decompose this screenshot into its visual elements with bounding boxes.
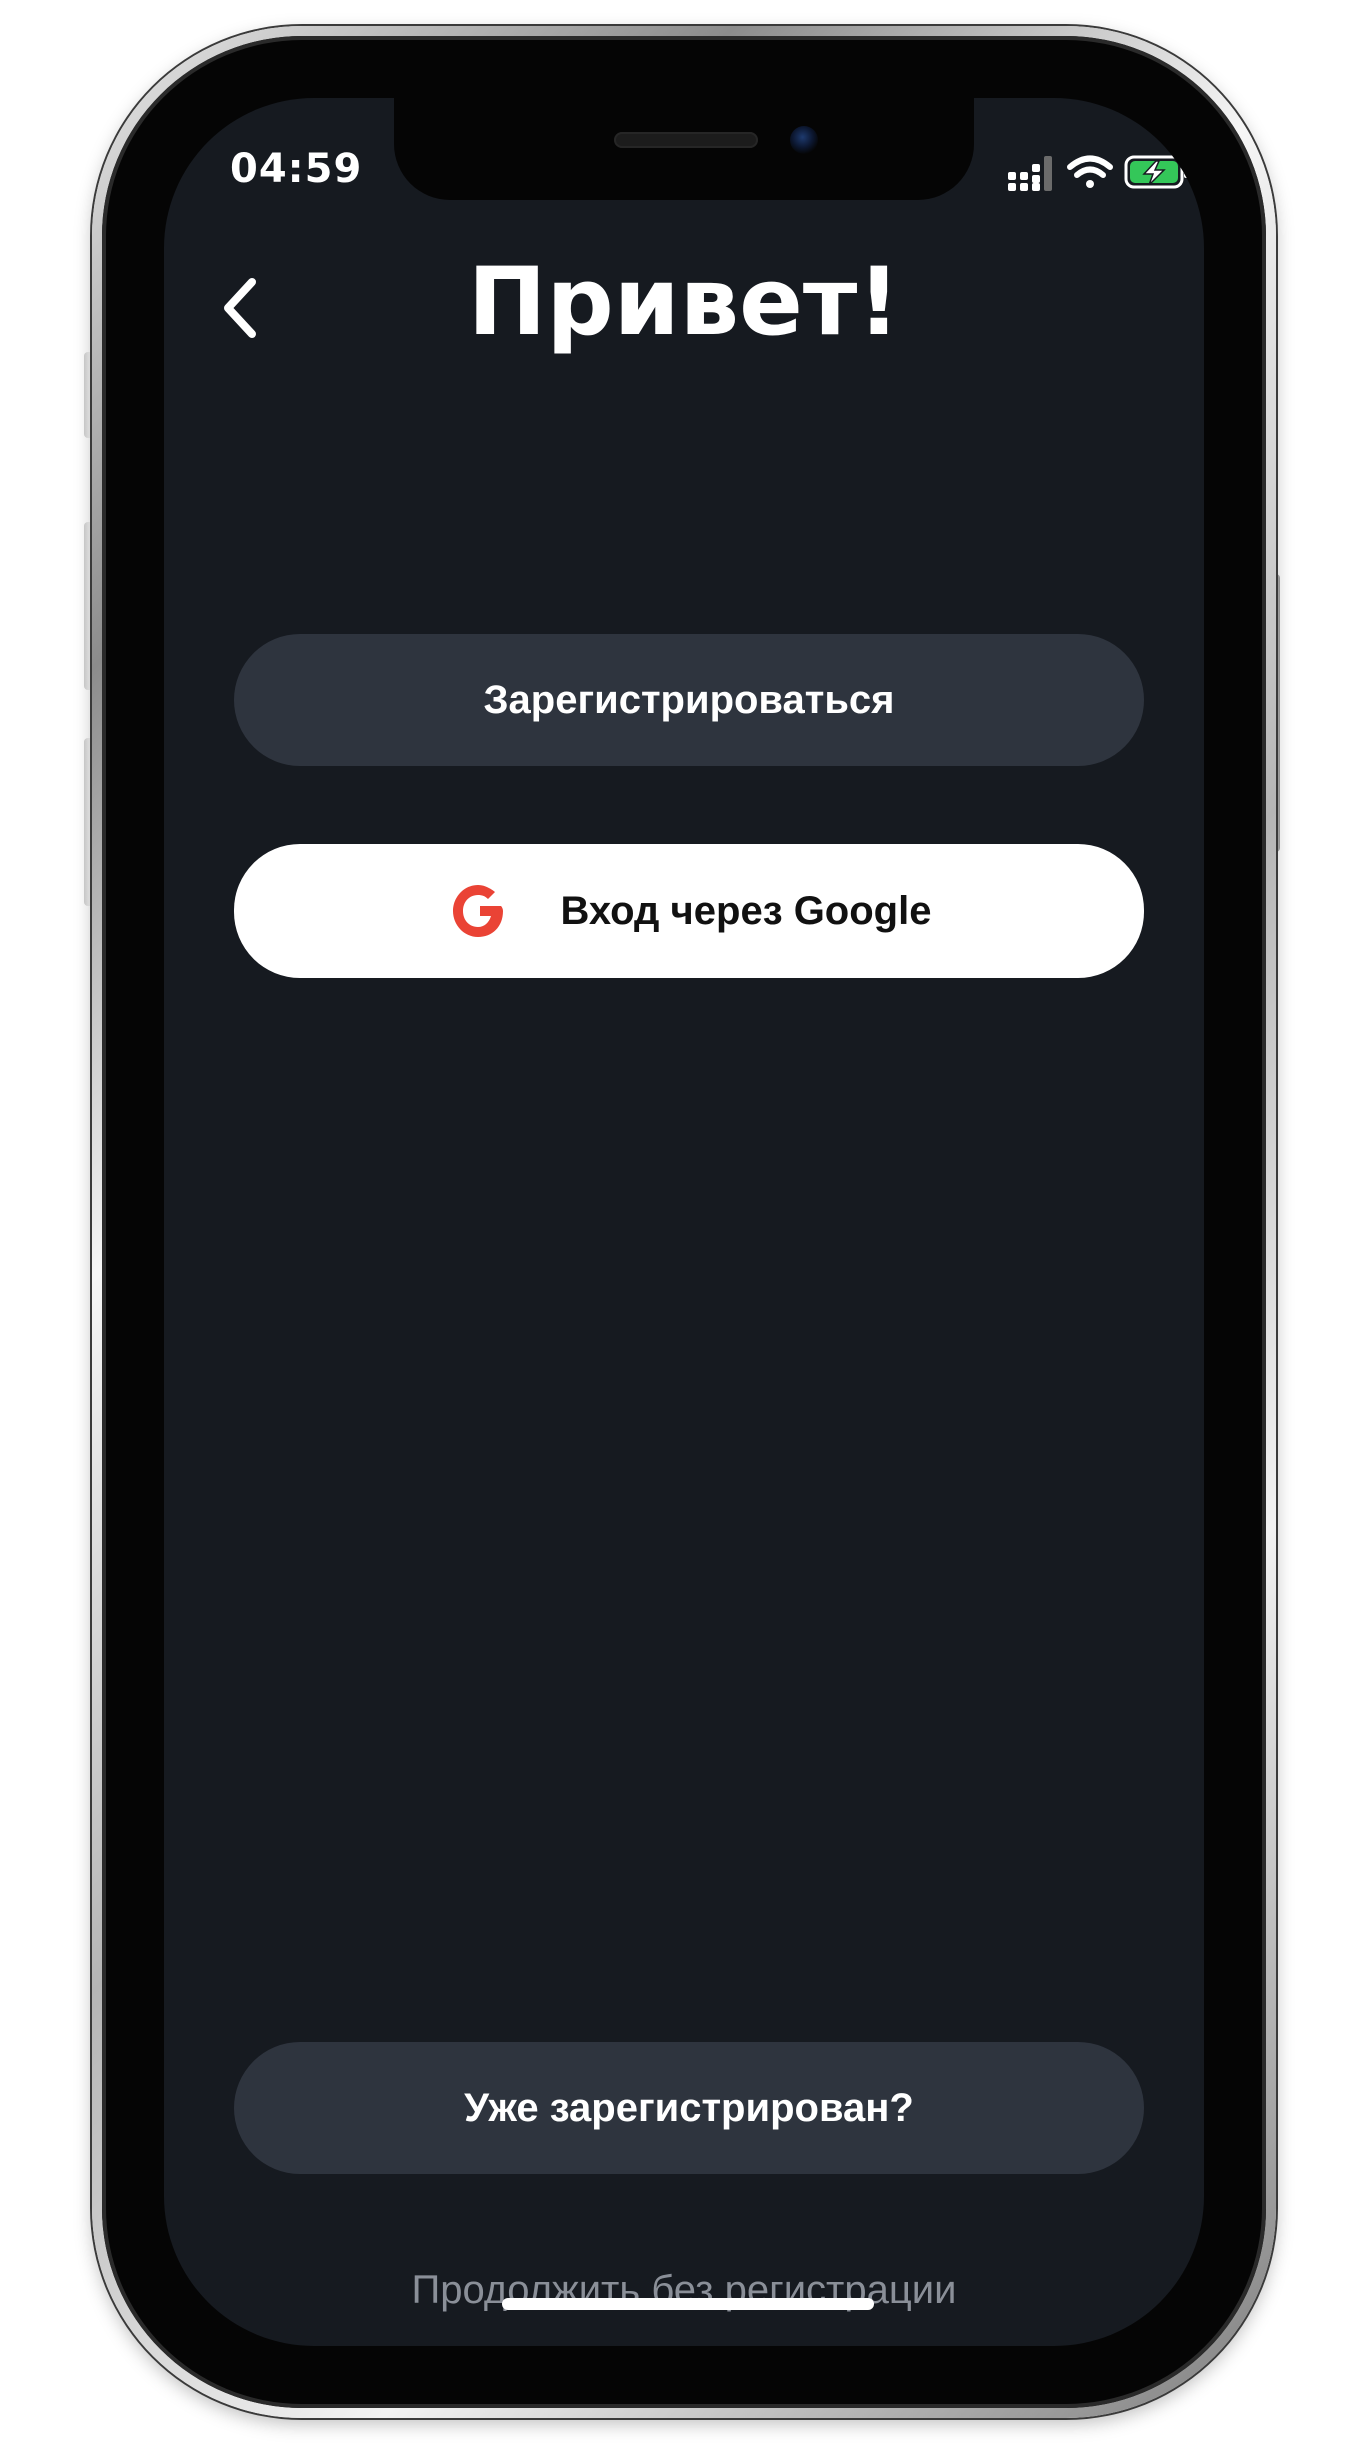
status-icons — [1004, 152, 1194, 192]
battery-charging-icon — [1124, 155, 1189, 189]
register-button[interactable]: Зарегистрироваться — [234, 634, 1144, 766]
google-g-icon — [447, 879, 511, 943]
page-title: Привет! — [467, 248, 901, 357]
already-registered-button[interactable]: Уже зарегистрирован? — [234, 2042, 1144, 2174]
google-sign-in-button[interactable]: Вход через Google — [234, 844, 1144, 978]
device-mockup: 04:59 Привет! Зарегистрироваться Вход че… — [0, 0, 1367, 2444]
cellular-signal-icon — [1008, 156, 1052, 191]
wifi-icon — [1067, 155, 1113, 188]
phone-frame: 04:59 Привет! Зарегистрироваться Вход че… — [92, 26, 1276, 2418]
google-sign-in-label: Вход через Google — [560, 888, 932, 933]
home-indicator[interactable] — [502, 2298, 874, 2310]
front-camera — [790, 126, 818, 154]
notch — [394, 98, 974, 200]
app-screen: 04:59 Привет! Зарегистрироваться Вход че… — [164, 98, 1204, 2346]
already-registered-label: Уже зарегистрирован? — [464, 2085, 914, 2130]
register-button-label: Зарегистрироваться — [483, 677, 895, 722]
earpiece-speaker — [614, 132, 758, 148]
status-time: 04:59 — [230, 146, 363, 192]
